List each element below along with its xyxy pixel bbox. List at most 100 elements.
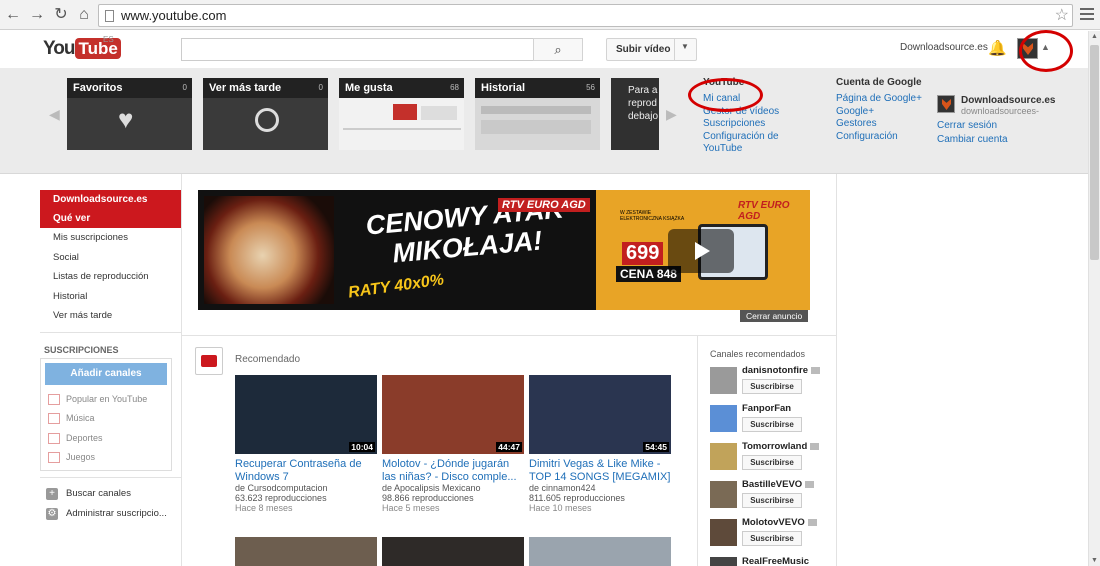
scroll-up-icon[interactable]: ▲ [1091,33,1098,40]
youtube-logo[interactable]: You Tube ES [43,35,121,60]
tile-count: 0 [318,83,323,92]
video-thumbnail[interactable]: 10:04 [235,375,377,454]
guide-item-listas[interactable]: Listas de reproducción [40,267,181,287]
ad-price: 699 [622,242,664,265]
sub-musica[interactable]: Música [45,409,167,429]
tile-historial[interactable]: Historial 56 [475,78,600,150]
video-thumbnail[interactable] [529,537,671,566]
upload-label: Subir vídeo [616,44,671,55]
chevron-down-icon[interactable]: ▼ [681,42,689,51]
channel-name[interactable]: FanporFan [742,403,791,414]
url-text: www.youtube.com [121,8,227,23]
subscribe-button[interactable]: Suscribirse [742,493,802,508]
guide-item-social[interactable]: Social [40,248,181,268]
subscribe-button[interactable]: Suscribirse [742,417,802,432]
channel-name[interactable]: MolotovVEVO [742,517,805,528]
video-age: Hace 8 meses [235,503,293,513]
recommended-icon [195,347,223,375]
channel-avatar[interactable] [710,405,737,432]
manage-subscriptions-item[interactable]: ⚙ Administrar suscripcio... [40,504,181,524]
browse-channels-item[interactable]: + Buscar canales [40,484,181,504]
banner-ad[interactable]: CENOWY ATAK MIKOŁAJA! RATY 40x0% RTV EUR… [198,190,810,310]
play-icon[interactable] [668,229,734,273]
panel-right-arrow-icon[interactable]: ▶ [666,106,677,123]
guide-what-to-watch[interactable]: Qué ver [40,209,181,228]
account-name[interactable]: Downloadsource.es [900,42,988,53]
channel-avatar[interactable] [710,443,737,470]
account-panel: ◀ Favoritos 0 ♥ Ver más tarde 0 Me gusta… [0,68,1088,174]
forward-icon[interactable]: → [28,5,46,25]
channel-avatar[interactable] [710,367,737,394]
guide-item-ver-mas-tarde[interactable]: Ver más tarde [40,306,181,326]
search-input[interactable] [181,38,534,61]
link-google-plus[interactable]: Google+ [836,106,922,119]
scroll-thumb[interactable] [1090,45,1099,260]
home-icon[interactable]: ⌂ [75,5,93,25]
page-scrollbar[interactable]: ▲ ▼ [1088,31,1100,566]
sub-popular[interactable]: Popular en YouTube [45,390,167,410]
sub-juegos[interactable]: Juegos [45,448,167,468]
subscribe-button[interactable]: Suscribirse [742,455,802,470]
video-thumbnail[interactable]: 54:45 [529,375,671,454]
switch-account-link[interactable]: Cambiar cuenta [937,134,1008,145]
signout-link[interactable]: Cerrar sesión [937,120,997,131]
scroll-down-icon[interactable]: ▼ [1091,557,1098,564]
tile-ver-mas-tarde[interactable]: Ver más tarde 0 [203,78,328,150]
video-title[interactable]: Dimitri Vegas & Like Mike - TOP 14 SONGS… [529,458,671,483]
browse-channels-label: Buscar canales [66,487,131,499]
link-configuracion-youtube[interactable]: Configuración de YouTube [703,131,783,156]
guide-item-mis-suscripciones[interactable]: Mis suscripciones [40,228,181,248]
video-age: Hace 5 meses [382,503,440,513]
video-card[interactable]: 10:04 Recuperar Contraseña de Windows 7 … [235,375,377,513]
subscribe-button[interactable]: Suscribirse [742,531,802,546]
video-author[interactable]: de Cursodcomputacion [235,483,377,493]
link-google-plus-page[interactable]: Página de Google+ [836,93,922,106]
ad-promo-text: W ZESTAWIE ELEKTRONICZNA KSIĄŻKA [620,210,685,222]
sub-label: Deportes [66,432,103,443]
account-panel-email: downloadsourcees- [961,106,1040,116]
channel-name[interactable]: BastilleVEVO [742,479,802,490]
video-thumbnail[interactable]: 44:47 [382,375,524,454]
bookmark-star-icon[interactable]: ☆ [1055,5,1069,25]
channel-avatar[interactable] [710,519,737,546]
masthead: You Tube ES ⌕ Subir vídeo ▼ Downloadsourc… [0,31,1088,68]
video-card[interactable]: 44:47 Molotov - ¿Dónde jugarán las niñas… [382,375,524,513]
close-ad-button[interactable]: Cerrar anuncio [740,310,809,322]
sub-label: Música [66,413,95,423]
video-title[interactable]: Molotov - ¿Dónde jugarán las niñas? - Di… [382,458,524,483]
address-bar[interactable]: www.youtube.com ☆ [98,4,1073,27]
clock-icon [255,108,279,132]
video-thumbnail[interactable] [382,537,524,566]
tile-title: Ver más tarde [209,82,282,94]
tile-favoritos[interactable]: Favoritos 0 ♥ [67,78,192,150]
reload-icon[interactable]: ↻ [52,5,70,25]
annotation-circle [688,78,763,112]
channel-name[interactable]: RealFreeMusic [742,557,809,566]
tile-partial[interactable]: Para a reprod debajo [611,78,659,150]
video-thumbnail[interactable] [235,537,377,566]
add-channels-button[interactable]: Añadir canales [45,362,167,385]
back-icon[interactable]: ← [4,5,22,25]
video-author[interactable]: de Apocalipsis Mexicano [382,483,524,493]
search-button[interactable]: ⌕ [533,38,583,61]
subscribe-button[interactable]: Suscribirse [742,379,802,394]
bell-icon[interactable]: 🔔 [988,39,1007,57]
video-author[interactable]: de cinnamon424 [529,483,671,493]
link-suscripciones[interactable]: Suscripciones [703,118,783,131]
sub-deportes[interactable]: Deportes [45,429,167,449]
guide-channel[interactable]: Downloadsource.es [40,190,181,209]
browser-menu-icon[interactable] [1080,8,1094,23]
guide-sidebar: Downloadsource.es Qué ver Mis suscripcio… [40,190,181,524]
channel-avatar[interactable] [710,557,737,566]
channel-name[interactable]: Tomorrowland [742,441,807,452]
channel-name[interactable]: danisnotonfire [742,365,808,376]
guide-item-historial[interactable]: Historial [40,287,181,307]
link-configuracion-google[interactable]: Configuración [836,131,922,144]
video-card[interactable]: 54:45 Dimitri Vegas & Like Mike - TOP 14… [529,375,671,513]
upload-button[interactable]: Subir vídeo ▼ [606,38,697,61]
tile-me-gusta[interactable]: Me gusta 68 [339,78,464,150]
link-gestores[interactable]: Gestores [836,118,922,131]
video-title[interactable]: Recuperar Contraseña de Windows 7 [235,458,377,483]
channel-avatar[interactable] [710,481,737,508]
panel-left-arrow-icon[interactable]: ◀ [49,106,60,123]
